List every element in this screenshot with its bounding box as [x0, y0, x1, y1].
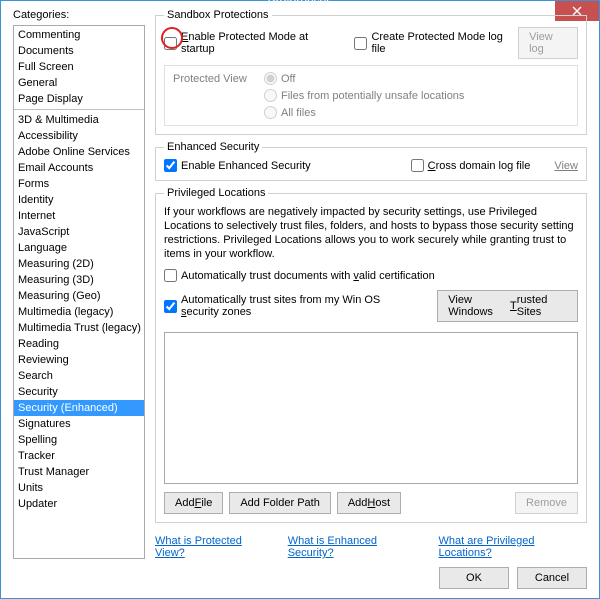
- category-item[interactable]: Full Screen: [14, 59, 144, 75]
- remove-button: Remove: [515, 492, 578, 514]
- category-item[interactable]: Security (Enhanced): [14, 400, 144, 416]
- protected-view-label: Protected View: [173, 73, 258, 85]
- categories-heading: Categories:: [13, 9, 145, 21]
- category-item[interactable]: Updater: [14, 496, 144, 512]
- privileged-legend: Privileged Locations: [164, 187, 268, 199]
- help-links: What is Protected View? What is Enhanced…: [155, 535, 587, 559]
- auto-trust-sites-checkbox[interactable]: Automatically trust sites from my Win OS…: [164, 294, 417, 318]
- category-item[interactable]: Search: [14, 368, 144, 384]
- category-item[interactable]: Measuring (3D): [14, 272, 144, 288]
- protected-view-unsafe-radio: Files from potentially unsafe locations: [264, 89, 464, 102]
- category-item[interactable]: JavaScript: [14, 224, 144, 240]
- category-item[interactable]: Documents: [14, 43, 144, 59]
- category-item[interactable]: Reading: [14, 336, 144, 352]
- enable-enhanced-security-checkbox[interactable]: Enable Enhanced Security: [164, 159, 311, 172]
- category-item[interactable]: Email Accounts: [14, 160, 144, 176]
- category-item[interactable]: Accessibility: [14, 128, 144, 144]
- category-item[interactable]: Units: [14, 480, 144, 496]
- what-is-enhanced-security-link[interactable]: What is Enhanced Security?: [288, 535, 423, 559]
- auto-trust-docs-checkbox[interactable]: Automatically trust documents with valid…: [164, 269, 578, 282]
- category-item[interactable]: Page Display: [14, 91, 144, 107]
- category-item[interactable]: Signatures: [14, 416, 144, 432]
- what-is-protected-view-link[interactable]: What is Protected View?: [155, 535, 272, 559]
- category-item[interactable]: Internet: [14, 208, 144, 224]
- category-item[interactable]: Security: [14, 384, 144, 400]
- enhanced-legend: Enhanced Security: [164, 141, 262, 153]
- enhanced-security-group: Enhanced Security Enable Enhanced Securi…: [155, 141, 587, 181]
- view-trusted-sites-button[interactable]: View Windows Trusted Sites: [437, 290, 578, 322]
- ok-button[interactable]: OK: [439, 567, 509, 589]
- category-item[interactable]: Spelling: [14, 432, 144, 448]
- add-host-button[interactable]: Add Host: [337, 492, 401, 514]
- what-are-privileged-locations-link[interactable]: What are Privileged Locations?: [439, 535, 588, 559]
- add-file-button[interactable]: Add File: [164, 492, 223, 514]
- category-item[interactable]: Reviewing: [14, 352, 144, 368]
- privileged-description: If your workflows are negatively impacte…: [164, 205, 578, 261]
- category-item[interactable]: Adobe Online Services: [14, 144, 144, 160]
- sandbox-legend: Sandbox Protections: [164, 9, 272, 21]
- category-item[interactable]: Commenting: [14, 27, 144, 43]
- category-item[interactable]: Tracker: [14, 448, 144, 464]
- preferences-window: Preferences Categories: CommentingDocume…: [0, 0, 600, 599]
- protected-view-panel: Protected View Off Files from potentiall…: [164, 65, 578, 126]
- category-separator: [14, 109, 144, 110]
- category-item[interactable]: 3D & Multimedia: [14, 112, 144, 128]
- sandbox-protections-group: Sandbox Protections Enable Protected Mod…: [155, 9, 587, 135]
- categories-list[interactable]: CommentingDocumentsFull ScreenGeneralPag…: [13, 25, 145, 559]
- dialog-footer: OK Cancel: [13, 567, 587, 589]
- window-title: Preferences: [1, 0, 599, 8]
- categories-panel: Categories: CommentingDocumentsFull Scre…: [13, 9, 145, 559]
- category-item[interactable]: Measuring (Geo): [14, 288, 144, 304]
- protected-view-all-radio: All files: [264, 106, 316, 119]
- cancel-button[interactable]: Cancel: [517, 567, 587, 589]
- view-link: View: [554, 160, 578, 172]
- enable-protected-mode-checkbox[interactable]: Enable Protected Mode at startup: [164, 31, 330, 55]
- settings-panel: Sandbox Protections Enable Protected Mod…: [155, 9, 587, 559]
- view-log-button: View log: [518, 27, 578, 59]
- category-item[interactable]: Multimedia (legacy): [14, 304, 144, 320]
- category-item[interactable]: Measuring (2D): [14, 256, 144, 272]
- privileged-locations-list[interactable]: [164, 332, 578, 484]
- category-item[interactable]: General: [14, 75, 144, 91]
- create-log-file-checkbox[interactable]: Create Protected Mode log file: [354, 31, 506, 55]
- category-item[interactable]: Language: [14, 240, 144, 256]
- category-item[interactable]: Identity: [14, 192, 144, 208]
- protected-view-off-radio: Off: [264, 72, 295, 85]
- category-item[interactable]: Forms: [14, 176, 144, 192]
- privileged-locations-group: Privileged Locations If your workflows a…: [155, 187, 587, 523]
- add-folder-path-button[interactable]: Add Folder Path: [229, 492, 331, 514]
- category-item[interactable]: Trust Manager: [14, 464, 144, 480]
- category-item[interactable]: Multimedia Trust (legacy): [14, 320, 144, 336]
- cross-domain-log-checkbox[interactable]: Cross domain log file: [411, 159, 531, 172]
